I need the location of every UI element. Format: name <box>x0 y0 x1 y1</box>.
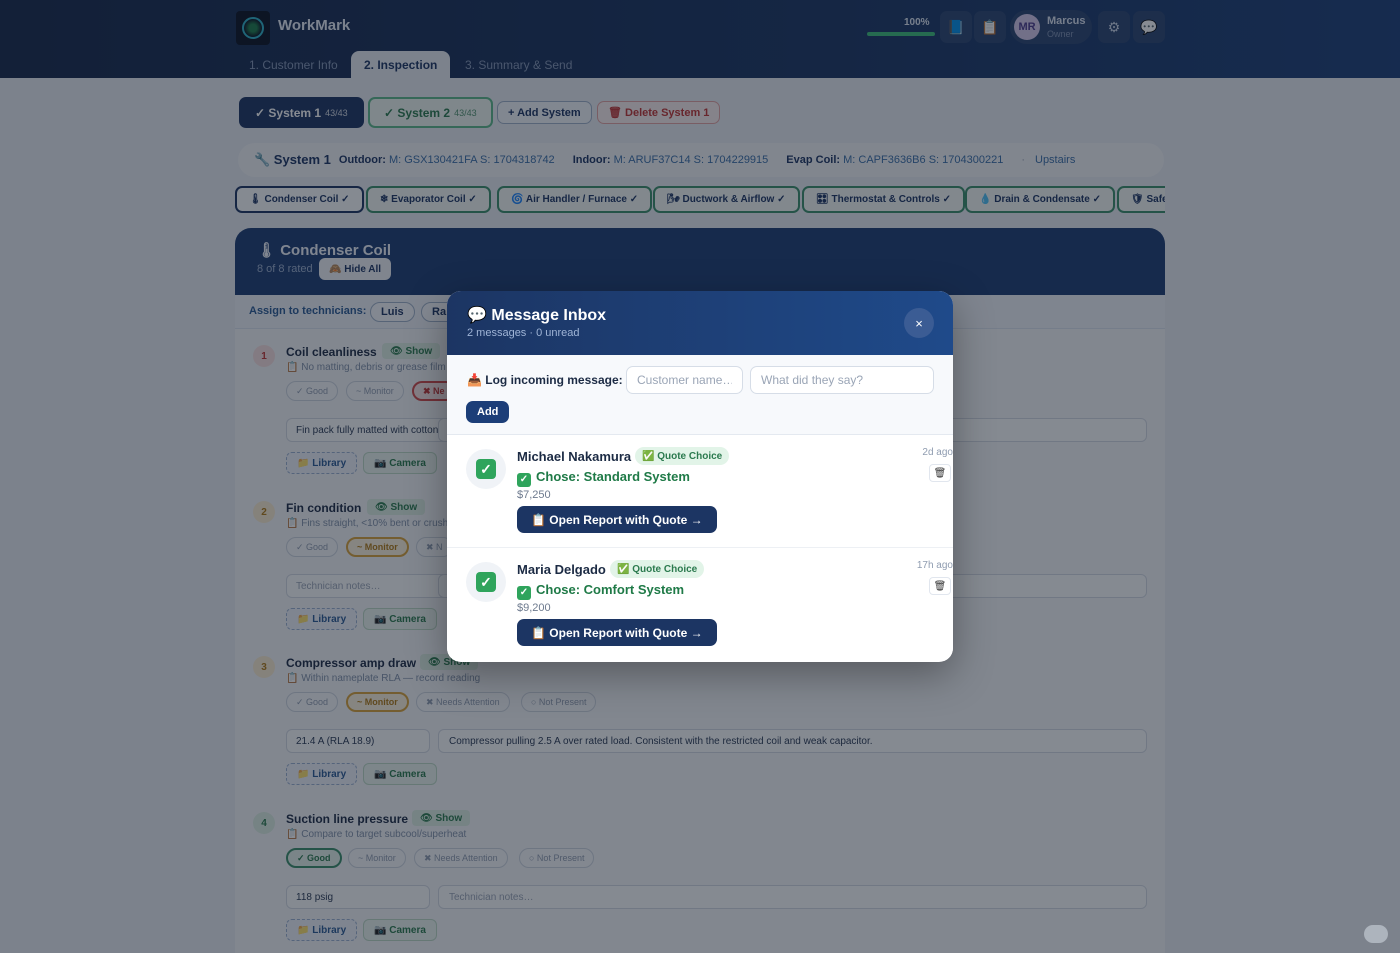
message-price: $7,250 <box>517 489 551 501</box>
open-report-button[interactable]: 📋 Open Report with Quote → <box>517 506 717 533</box>
message-inbox-modal: 💬 Message Inbox 2 messages · 0 unread × … <box>447 291 953 662</box>
trash-icon[interactable]: 🗑 <box>929 464 951 482</box>
modal-title: 💬 Message Inbox <box>467 307 607 324</box>
message-input[interactable] <box>750 366 934 394</box>
close-icon[interactable]: × <box>904 308 934 338</box>
open-report-button[interactable]: 📋 Open Report with Quote → <box>517 619 717 646</box>
log-label: 📥 Log incoming message: <box>467 373 623 387</box>
check-icon: ✓ <box>517 473 531 487</box>
log-message-form: 📥 Log incoming message: Add <box>447 355 953 435</box>
message-time: 17h ago <box>916 560 953 571</box>
message-choice: ✓ Chose: Standard System <box>517 469 690 487</box>
trash-icon[interactable]: 🗑 <box>929 577 951 595</box>
message-sender: Michael Nakamura <box>517 449 632 464</box>
message-choice: ✓ Chose: Comfort System <box>517 582 684 600</box>
choice-text: Chose: Standard System <box>536 469 690 484</box>
choice-text: Chose: Comfort System <box>536 582 685 597</box>
quote-choice-badge: ✅ Quote Choice <box>635 447 730 465</box>
quote-choice-badge: ✅ Quote Choice <box>610 560 705 578</box>
message-item: ✓ Maria Delgado ✅ Quote Choice ✓ Chose: C… <box>447 548 953 661</box>
message-time: 2d ago <box>922 447 953 458</box>
message-sender: Maria Delgado <box>517 562 606 577</box>
check-icon: ✓ <box>466 562 506 602</box>
floating-indicator <box>1364 925 1388 943</box>
check-icon: ✓ <box>517 586 531 600</box>
add-message-button[interactable]: Add <box>466 401 510 423</box>
check-icon: ✓ <box>466 449 506 489</box>
message-item: ✓ Michael Nakamura ✅ Quote Choice ✓ Chose… <box>447 435 953 548</box>
customer-name-input[interactable] <box>626 366 743 394</box>
message-price: $9,200 <box>517 602 551 614</box>
modal-subtitle: 2 messages · 0 unread <box>467 327 580 339</box>
modal-header: 💬 Message Inbox 2 messages · 0 unread × <box>447 291 953 355</box>
